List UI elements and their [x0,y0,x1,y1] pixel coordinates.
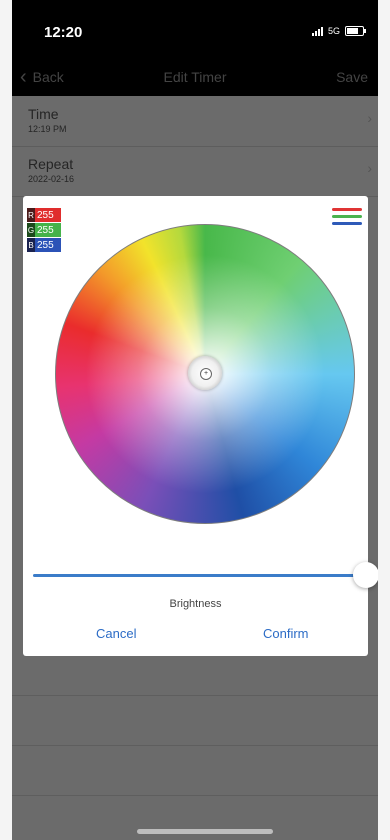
red-label: R [27,208,35,222]
blue-value: 255 [35,238,61,252]
network-label: 5G [327,26,340,36]
home-indicator [137,829,273,834]
repeat-row[interactable]: Repeat 2022-02-16 › [12,146,378,197]
repeat-row-title: Repeat [28,156,74,172]
signal-icon [311,26,323,36]
green-label: G [27,223,35,237]
time-row-title: Time [28,106,59,122]
chevron-right-icon: › [367,160,372,176]
status-bar: 12:20 5G [12,0,378,62]
navigation-bar: ‹ Back Edit Timer Save [12,62,378,96]
blue-label: B [27,238,35,252]
phone-screen: 12:20 5G ‹ Back Edit Timer Save Time 12:… [12,0,378,840]
chevron-right-icon: › [367,110,372,126]
save-button[interactable]: Save [336,69,368,85]
page-title: Edit Timer [163,69,227,85]
brightness-label: Brightness [169,598,222,610]
palette-green-line [332,215,362,218]
color-picker-dialog: R 255 G 255 B 255 + Brightness Cancel Co… [23,196,378,656]
brightness-slider-track[interactable] [33,574,363,577]
green-value: 255 [35,223,61,237]
cancel-button[interactable]: Cancel [96,626,136,641]
time-row-value: 12:19 PM [28,124,67,134]
red-value: 255 [35,208,61,222]
palette-icon[interactable] [332,208,362,229]
color-wheel-handle[interactable]: + [188,356,222,390]
status-time: 12:20 [44,24,83,41]
repeat-row-value: 2022-02-16 [28,174,75,184]
brightness-slider-thumb[interactable] [353,562,378,588]
divider [12,745,378,746]
palette-red-line [332,208,362,211]
blue-value-row: B 255 [27,238,61,252]
divider [12,795,378,796]
divider [12,695,378,696]
red-value-row: R 255 [27,208,61,222]
palette-blue-line [332,222,362,225]
confirm-button[interactable]: Confirm [263,626,309,641]
rgb-readout: R 255 G 255 B 255 [27,208,61,253]
battery-icon [345,26,366,36]
time-row[interactable]: Time 12:19 PM › [12,96,378,147]
green-value-row: G 255 [27,223,61,237]
crosshair-icon: + [200,368,212,380]
status-indicators: 5G [311,26,366,36]
